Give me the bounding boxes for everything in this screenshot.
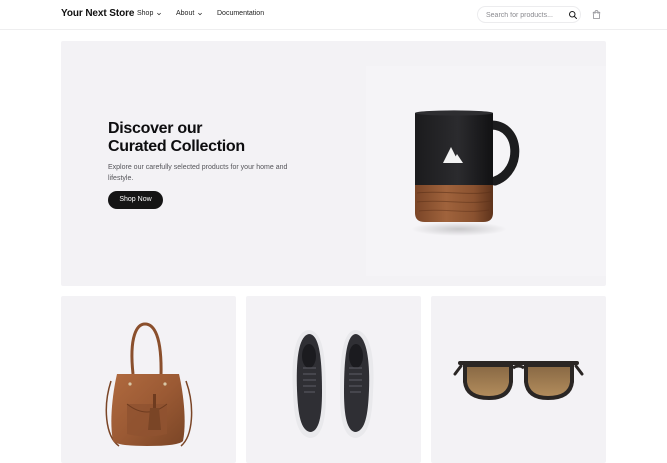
hero-title: Discover our Curated Collection — [108, 120, 328, 156]
search-icon[interactable] — [568, 10, 578, 20]
site-header: Your Next Store Shop About Documentation — [0, 0, 667, 30]
hero-description: Explore our carefully selected products … — [108, 164, 288, 182]
nav-shop[interactable]: Shop — [137, 10, 162, 17]
product-card-handbag[interactable] — [61, 296, 236, 463]
hero-title-line2: Curated Collection — [108, 138, 245, 155]
chevron-down-icon — [198, 12, 203, 15]
nav-about-label[interactable]: About — [176, 10, 194, 17]
sunglasses-image — [453, 361, 584, 400]
nav-documentation[interactable]: Documentation — [217, 10, 264, 17]
search-input[interactable] — [486, 10, 560, 20]
nav-documentation-label[interactable]: Documentation — [217, 10, 264, 17]
shopping-bag-icon[interactable] — [591, 9, 602, 20]
nav-about[interactable]: About — [176, 10, 203, 17]
product-card-sunglasses[interactable] — [431, 296, 606, 463]
handbag-image — [105, 322, 193, 447]
mug-image — [411, 110, 520, 236]
shop-now-button[interactable]: Shop Now — [108, 191, 163, 209]
chevron-down-icon — [157, 12, 162, 15]
hero-title-line1: Discover our — [108, 120, 203, 137]
nav-shop-label[interactable]: Shop — [137, 10, 153, 17]
hero-banner: Discover our Curated Collection Explore … — [61, 41, 606, 286]
search-box[interactable] — [477, 6, 581, 23]
product-card-sneakers[interactable] — [246, 296, 421, 463]
store-logo[interactable]: Your Next Store — [61, 8, 134, 19]
sneakers-image — [292, 330, 374, 438]
